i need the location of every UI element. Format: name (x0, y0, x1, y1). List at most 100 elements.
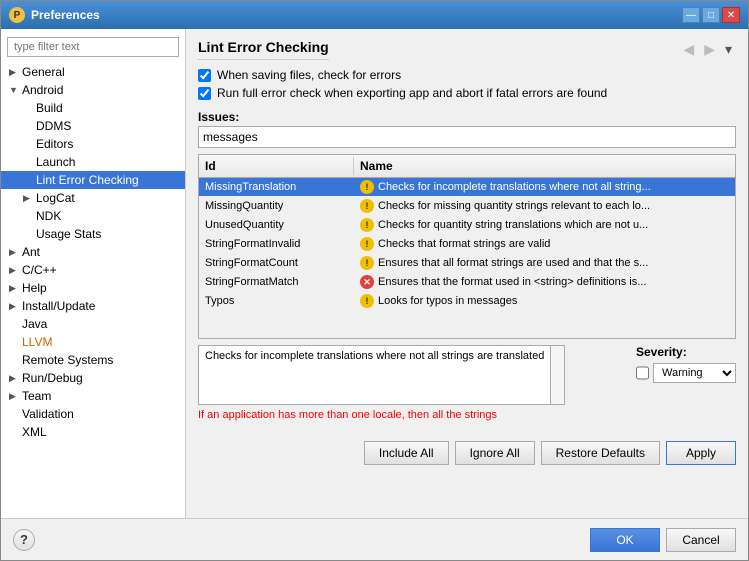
sidebar-item-label: Remote Systems (22, 353, 113, 367)
issues-input[interactable] (198, 126, 736, 148)
warning-icon: ! (360, 199, 374, 213)
table-row[interactable]: UnusedQuantity ! Checks for quantity str… (199, 216, 735, 235)
preferences-window: P Preferences — □ ✕ ▶ General ▼ Android … (0, 0, 749, 561)
minimize-button[interactable]: — (682, 7, 700, 23)
cell-name: ✕ Ensures that the format used in <strin… (354, 273, 735, 291)
sidebar-item-remote-systems[interactable]: Remote Systems (1, 351, 185, 369)
cell-name: ! Checks that format strings are valid (354, 235, 735, 253)
sidebar-item-label: Build (36, 101, 63, 115)
description-extra: If an application has more than one loca… (198, 409, 628, 421)
maximize-button[interactable]: □ (702, 7, 720, 23)
table-row[interactable]: StringFormatMatch ✕ Ensures that the for… (199, 273, 735, 292)
sidebar-item-help[interactable]: ▶ Help (1, 279, 185, 297)
severity-row: Warning Error Info Ignore (636, 363, 736, 383)
include-all-button[interactable]: Include All (364, 441, 449, 465)
sidebar-item-run-debug[interactable]: ▶ Run/Debug (1, 369, 185, 387)
sidebar-item-usage-stats[interactable]: Usage Stats (1, 225, 185, 243)
cell-name: ! Looks for typos in messages (354, 292, 735, 310)
warning-icon: ! (360, 180, 374, 194)
close-button[interactable]: ✕ (722, 7, 740, 23)
sidebar-item-build[interactable]: Build (1, 99, 185, 117)
cancel-button[interactable]: Cancel (666, 528, 736, 552)
cell-id: MissingQuantity (199, 198, 354, 214)
description-scrollbar[interactable] (551, 345, 565, 405)
forward-button[interactable]: ▶ (700, 39, 719, 60)
check-on-save-checkbox[interactable] (198, 69, 211, 82)
dropdown-button[interactable]: ▾ (721, 39, 736, 60)
cell-id: StringFormatCount (199, 255, 354, 271)
sidebar-item-lint-error-checking[interactable]: Lint Error Checking (1, 171, 185, 189)
arrow-icon: ▶ (23, 193, 33, 204)
sidebar-item-launch[interactable]: Launch (1, 153, 185, 171)
cell-name: ! Checks for quantity string translation… (354, 216, 735, 234)
search-input[interactable] (7, 37, 179, 57)
back-button[interactable]: ◀ (679, 39, 698, 60)
table-row[interactable]: StringFormatInvalid ! Checks that format… (199, 235, 735, 254)
sidebar-item-label: Team (22, 389, 51, 403)
arrow-icon: ▶ (9, 283, 19, 294)
column-header-id: Id (199, 157, 354, 175)
apply-button[interactable]: Apply (666, 441, 736, 465)
sidebar-item-label: LLVM (22, 335, 52, 349)
left-panel: ▶ General ▼ Android Build DDMS Editors (1, 29, 186, 518)
full-check-export-checkbox[interactable] (198, 87, 211, 100)
description-text: Checks for incomplete translations where… (198, 345, 551, 405)
column-header-name: Name (354, 157, 735, 175)
sidebar-item-ant[interactable]: ▶ Ant (1, 243, 185, 261)
sidebar-item-label: XML (22, 425, 47, 439)
table-row[interactable]: MissingQuantity ! Checks for missing qua… (199, 197, 735, 216)
description-main: Checks for incomplete translations where… (205, 350, 544, 362)
severity-label: Severity: (636, 345, 736, 359)
help-button[interactable]: ? (13, 529, 35, 551)
sidebar-item-editors[interactable]: Editors (1, 135, 185, 153)
sidebar-item-cpp[interactable]: ▶ C/C++ (1, 261, 185, 279)
sidebar-item-label: Editors (36, 137, 73, 151)
sidebar-item-java[interactable]: Java (1, 315, 185, 333)
sidebar-item-ndk[interactable]: NDK (1, 207, 185, 225)
sidebar-item-label: General (22, 65, 65, 79)
action-buttons: Include All Ignore All Restore Defaults … (198, 441, 736, 465)
sidebar-item-label: Usage Stats (36, 227, 101, 241)
title-bar-left: P Preferences (9, 7, 100, 23)
table-body: MissingTranslation ! Checks for incomple… (199, 178, 735, 338)
table-row[interactable]: MissingTranslation ! Checks for incomple… (199, 178, 735, 197)
cell-id: MissingTranslation (199, 179, 354, 195)
sidebar-item-validation[interactable]: Validation (1, 405, 185, 423)
sidebar-item-label: Install/Update (22, 299, 95, 313)
description-text-col: Checks for incomplete translations where… (198, 345, 628, 435)
sidebar-item-label: Android (22, 83, 63, 97)
cell-name: ! Ensures that all format strings are us… (354, 254, 735, 272)
severity-select[interactable]: Warning Error Info Ignore (653, 363, 736, 383)
main-content: ▶ General ▼ Android Build DDMS Editors (1, 29, 748, 518)
app-icon: P (9, 7, 25, 23)
sidebar-item-xml[interactable]: XML (1, 423, 185, 441)
warning-icon: ! (360, 294, 374, 308)
sidebar-item-llvm[interactable]: LLVM (1, 333, 185, 351)
sidebar-item-ddms[interactable]: DDMS (1, 117, 185, 135)
table-row[interactable]: Typos ! Looks for typos in messages (199, 292, 735, 311)
sidebar-item-label: Lint Error Checking (36, 173, 139, 187)
sidebar-item-team[interactable]: ▶ Team (1, 387, 185, 405)
arrow-icon: ▶ (9, 67, 19, 78)
ignore-all-button[interactable]: Ignore All (455, 441, 535, 465)
cell-id: StringFormatMatch (199, 274, 354, 290)
sidebar-item-logcat[interactable]: ▶ LogCat (1, 189, 185, 207)
sidebar-item-label: Run/Debug (22, 371, 83, 385)
sidebar-item-label: Help (22, 281, 47, 295)
table-row[interactable]: StringFormatCount ! Ensures that all for… (199, 254, 735, 273)
check-on-save-label: When saving files, check for errors (217, 68, 401, 82)
sidebar-item-label: C/C++ (22, 263, 57, 277)
restore-defaults-button[interactable]: Restore Defaults (541, 441, 660, 465)
footer: ? OK Cancel (1, 518, 748, 560)
footer-buttons: OK Cancel (590, 528, 736, 552)
warning-icon: ! (360, 237, 374, 251)
sidebar-item-android[interactable]: ▼ Android (1, 81, 185, 99)
arrow-icon: ▶ (9, 373, 19, 384)
sidebar-item-label: NDK (36, 209, 61, 223)
sidebar-item-install-update[interactable]: ▶ Install/Update (1, 297, 185, 315)
window-title: Preferences (31, 8, 100, 22)
sidebar-item-general[interactable]: ▶ General (1, 63, 185, 81)
arrow-icon: ▶ (9, 391, 19, 402)
ok-button[interactable]: OK (590, 528, 660, 552)
severity-checkbox[interactable] (636, 366, 649, 380)
